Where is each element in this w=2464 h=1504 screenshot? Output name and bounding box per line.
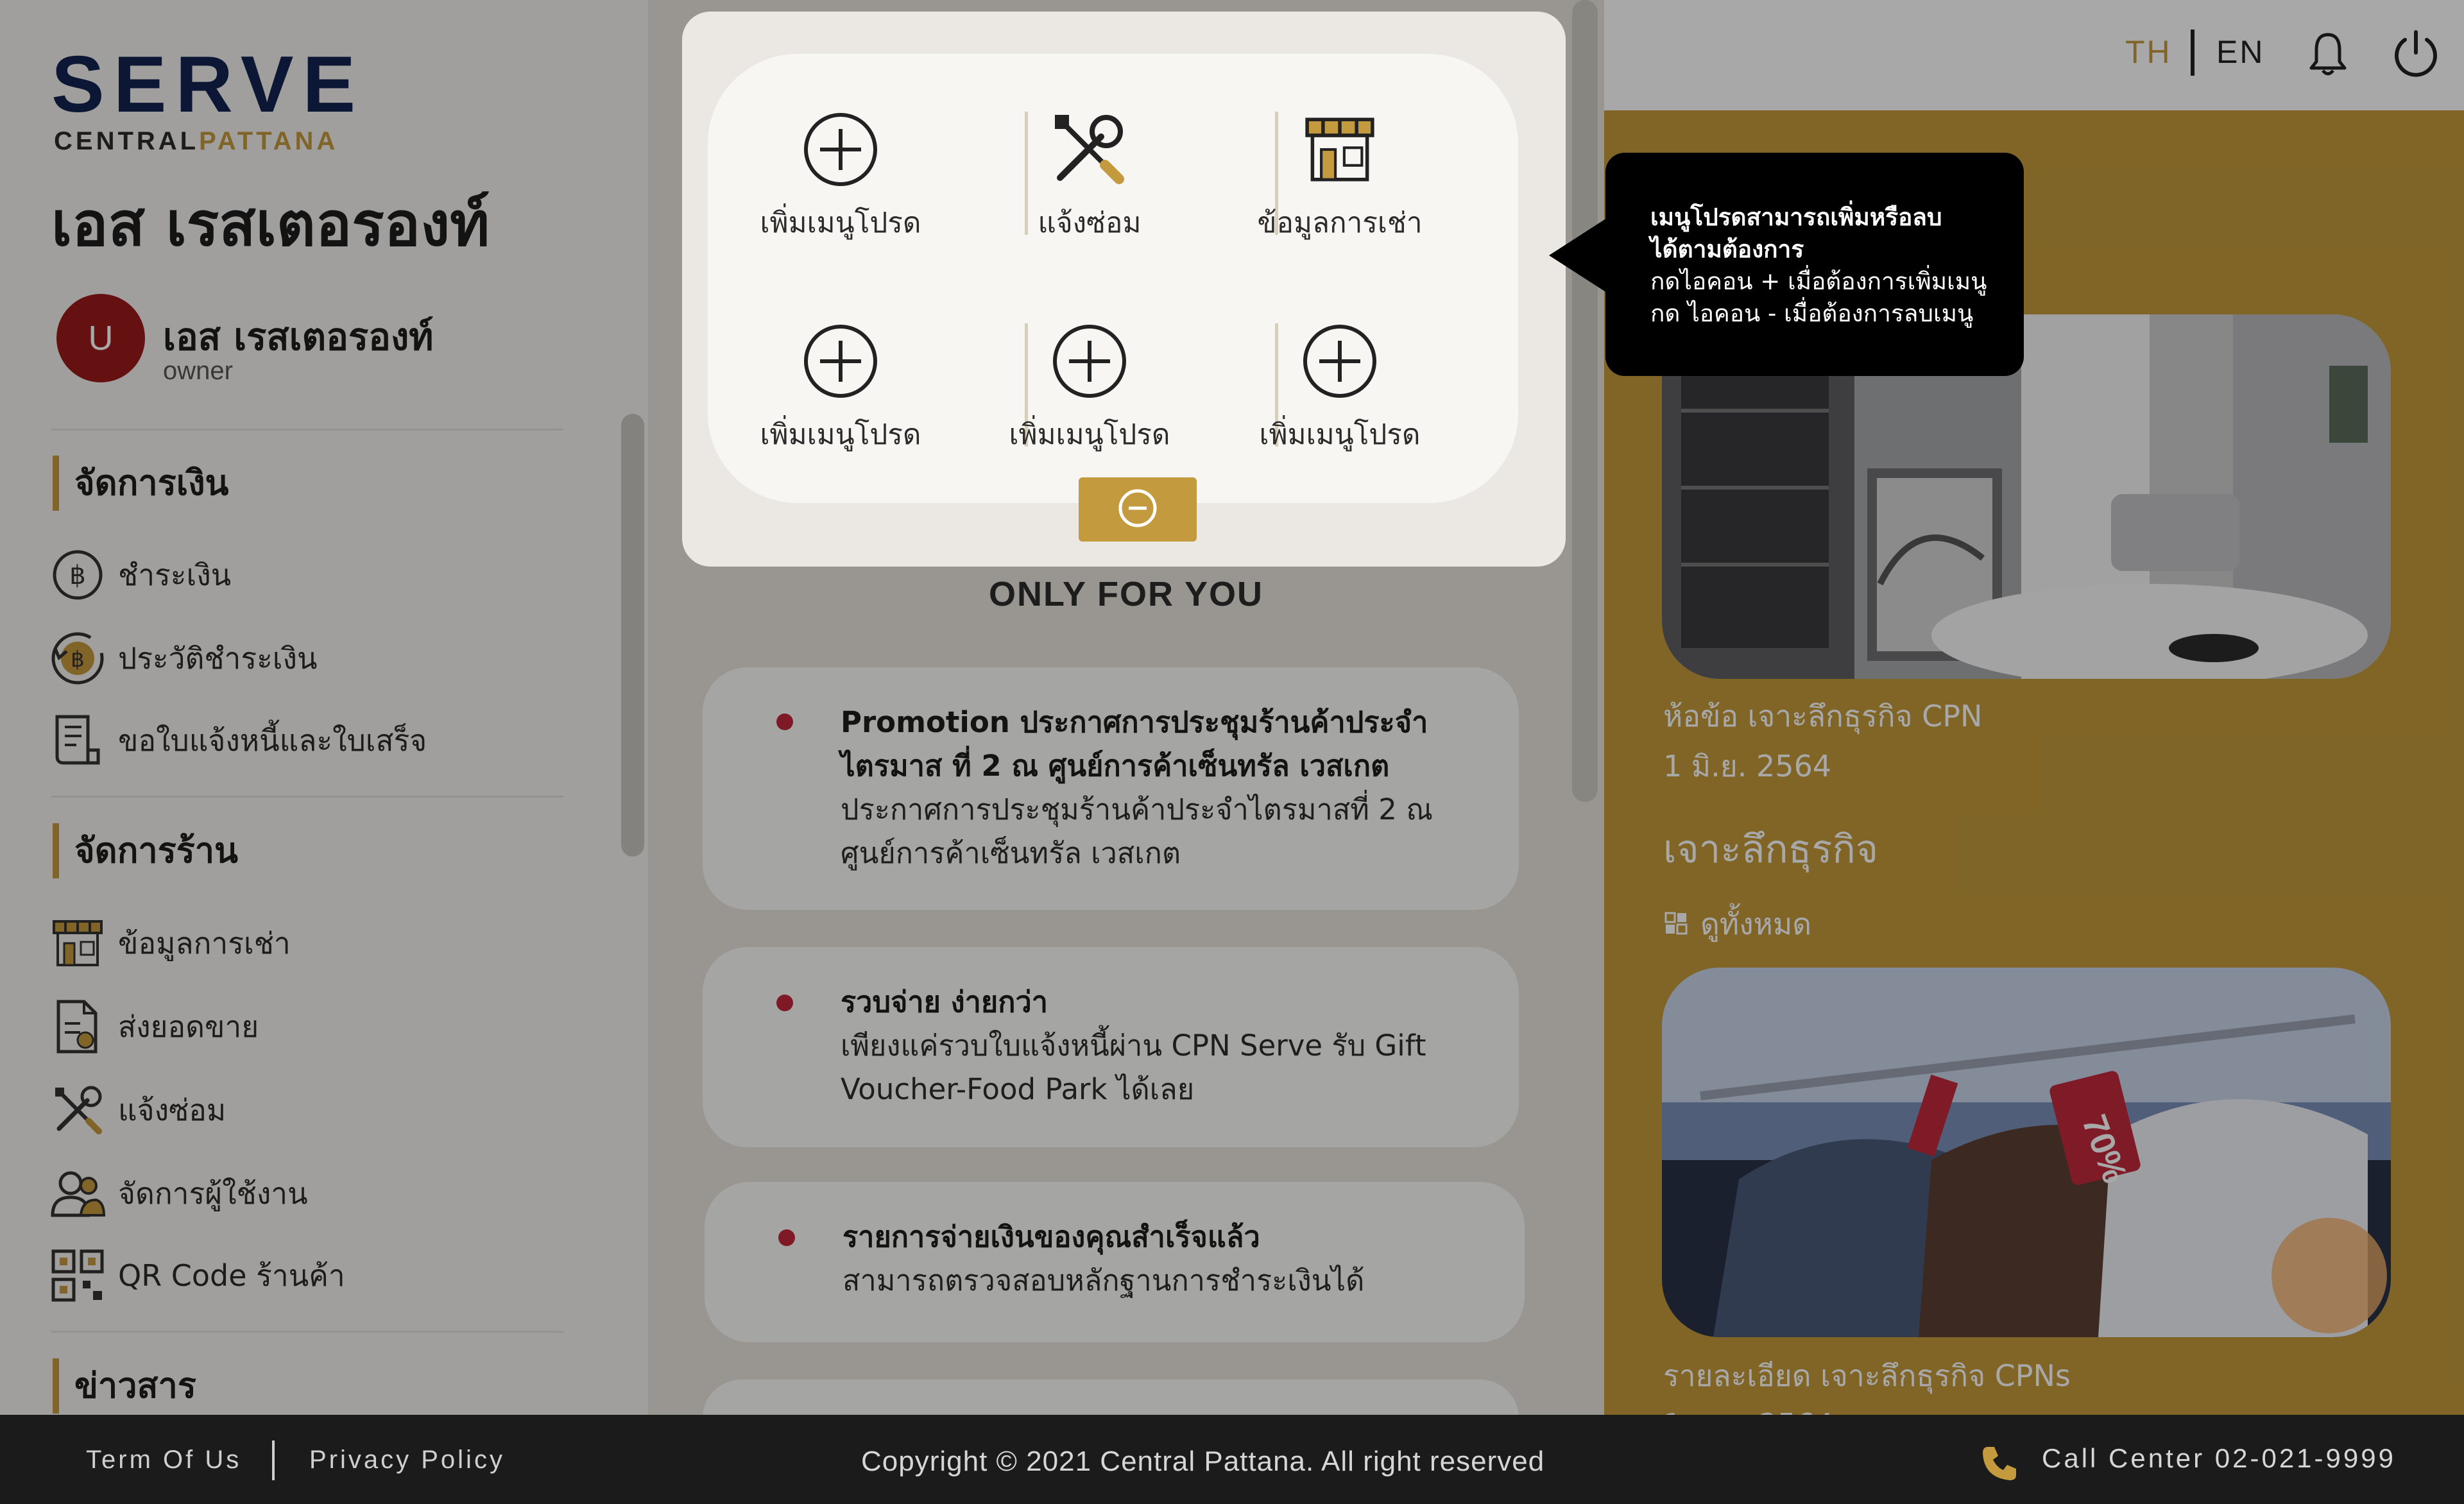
tile-label: เพิ่มเมนูโปรด <box>760 418 921 451</box>
favorite-tile-add[interactable]: เพิ่มเมนูโปรด <box>964 320 1215 474</box>
footer: Term Of Us Privacy Policy Copyright © 20… <box>0 1415 2464 1504</box>
footer-separator <box>272 1440 275 1480</box>
favorites-tooltip: เมนูโปรดสามารถเพิ่มหรือลบ ได้ตามต้องการ … <box>1605 153 2024 376</box>
tile-label: แจ้งซ่อม <box>1038 207 1142 239</box>
tooltip-line: ได้ตามต้องการ <box>1650 235 1804 263</box>
plus-circle-icon[interactable] <box>799 320 882 403</box>
minus-circle-icon <box>1116 487 1159 532</box>
plus-circle-icon[interactable] <box>799 108 882 191</box>
remove-mode-button[interactable] <box>1079 477 1197 542</box>
tooltip-line: กด ไอคอน - เมื่อต้องการลบเมนู <box>1650 300 1974 327</box>
privacy-link[interactable]: Privacy Policy <box>309 1446 505 1474</box>
tooltip-arrow <box>1549 218 1607 293</box>
phone-icon <box>1979 1443 2020 1487</box>
tile-label: เพิ่มเมนูโปรด <box>760 207 921 239</box>
tile-label: เพิ่มเมนูโปรด <box>1259 418 1421 451</box>
tooltip-line: กดไอคอน + เมื่อต้องการเพิ่มเมนู <box>1650 268 1987 295</box>
tile-label: เพิ่มเมนูโปรด <box>1009 418 1170 451</box>
tooltip-line: เมนูโปรดสามารถเพิ่มหรือลบ <box>1650 203 1942 231</box>
plus-circle-icon[interactable] <box>1298 320 1382 403</box>
tile-label: ข้อมูลการเช่า <box>1257 207 1423 239</box>
favorites-grid: เพิ่มเมนูโปรด แจ้งซ่อม ข้อมูลการเช่า เพิ… <box>708 54 1518 542</box>
favorite-tile-add[interactable]: เพิ่มเมนูโปรด <box>715 108 966 262</box>
shop-icon <box>1298 108 1382 191</box>
favorite-tile-repair[interactable]: แจ้งซ่อม <box>964 108 1215 262</box>
favorite-tile-rental-info[interactable]: ข้อมูลการเช่า <box>1215 108 1465 262</box>
terms-link[interactable]: Term Of Us <box>86 1446 241 1474</box>
tools-icon <box>1048 108 1131 191</box>
plus-circle-icon[interactable] <box>1048 320 1131 403</box>
favorite-tile-add[interactable]: เพิ่มเมนูโปรด <box>1215 320 1465 474</box>
favorites-editor-panel: เพิ่มเมนูโปรด แจ้งซ่อม ข้อมูลการเช่า เพิ… <box>682 12 1566 567</box>
copyright-text: Copyright © 2021 Central Pattana. All ri… <box>861 1446 1545 1477</box>
call-center-text[interactable]: Call Center 02-021-9999 <box>2042 1443 2396 1474</box>
favorite-tile-add[interactable]: เพิ่มเมนูโปรด <box>715 320 966 474</box>
